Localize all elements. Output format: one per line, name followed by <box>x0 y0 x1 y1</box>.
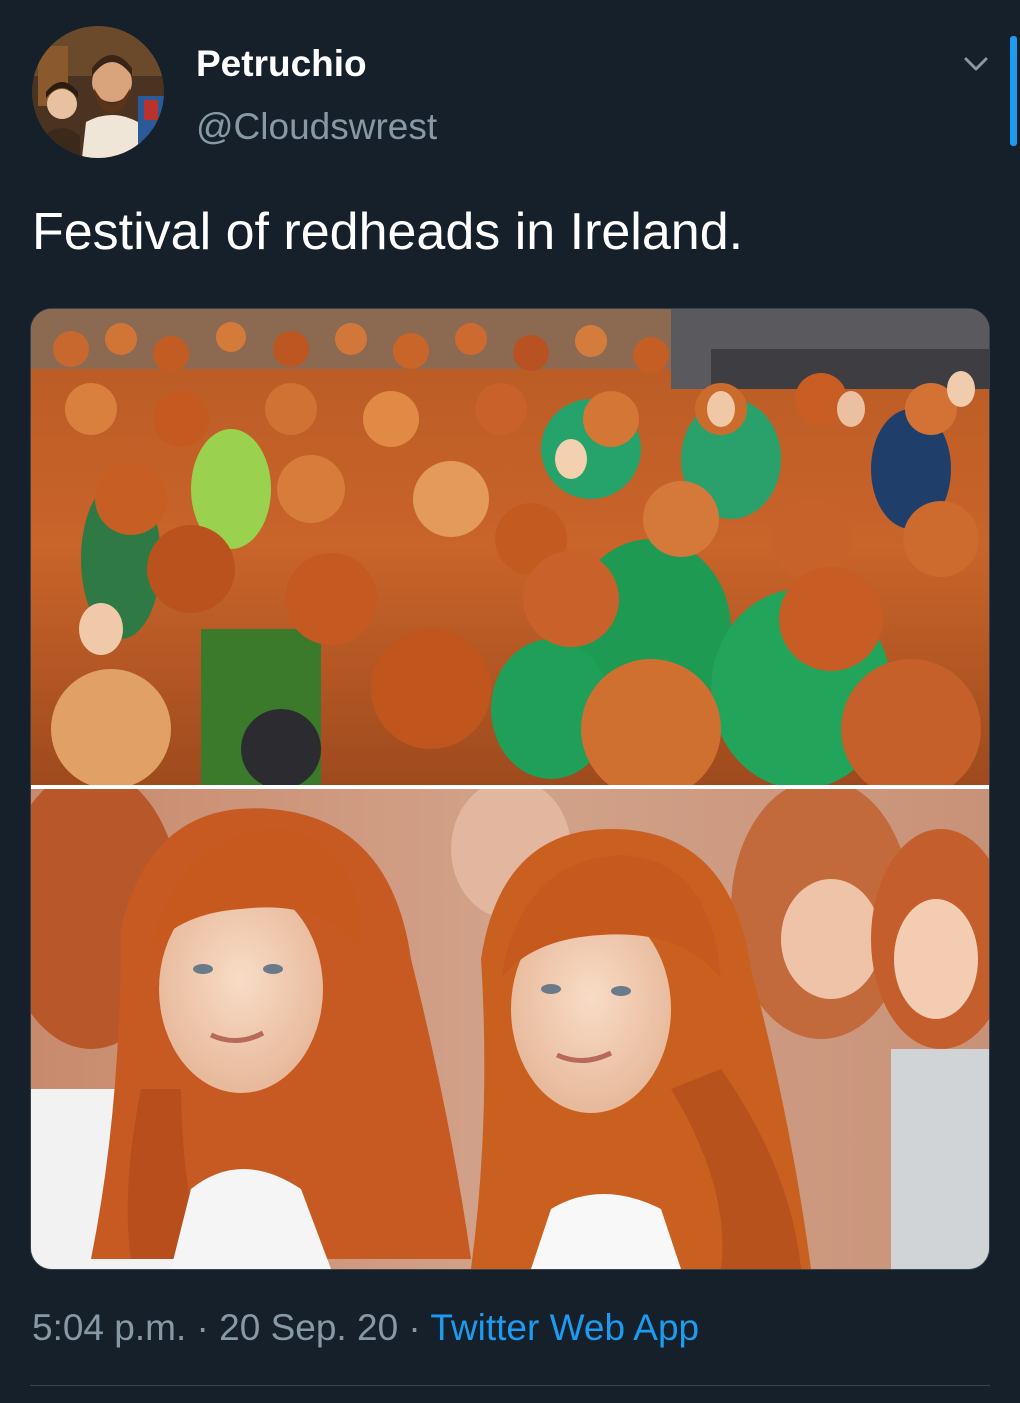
media-grid[interactable] <box>30 308 990 1270</box>
tweet-card: Petruchio @Cloudswrest Festival of redhe… <box>0 0 1020 1403</box>
avatar[interactable] <box>32 26 164 158</box>
author-name[interactable]: Petruchio <box>196 40 367 88</box>
portrait-photo-image <box>31 789 989 1269</box>
tweet-text: Festival of redheads in Ireland. <box>32 203 744 261</box>
meta-separator: · <box>196 1307 209 1348</box>
scrollbar[interactable] <box>1010 36 1017 146</box>
tweet-meta: 5:04 p.m. · 20 Sep. 20 · Twitter Web App <box>32 1300 699 1356</box>
tweet-time[interactable]: 5:04 p.m. <box>32 1307 186 1348</box>
portrait-photo[interactable] <box>31 789 989 1269</box>
avatar-image <box>32 26 164 158</box>
author-handle[interactable]: @Cloudswrest <box>196 103 437 151</box>
crowd-photo-image <box>31 309 989 785</box>
chevron-down-icon[interactable] <box>958 46 994 82</box>
crowd-photo[interactable] <box>31 309 989 785</box>
meta-separator: · <box>408 1307 421 1348</box>
tweet-source-link[interactable]: Twitter Web App <box>430 1307 699 1348</box>
divider <box>30 1385 990 1386</box>
tweet-date[interactable]: 20 Sep. 20 <box>219 1307 398 1348</box>
